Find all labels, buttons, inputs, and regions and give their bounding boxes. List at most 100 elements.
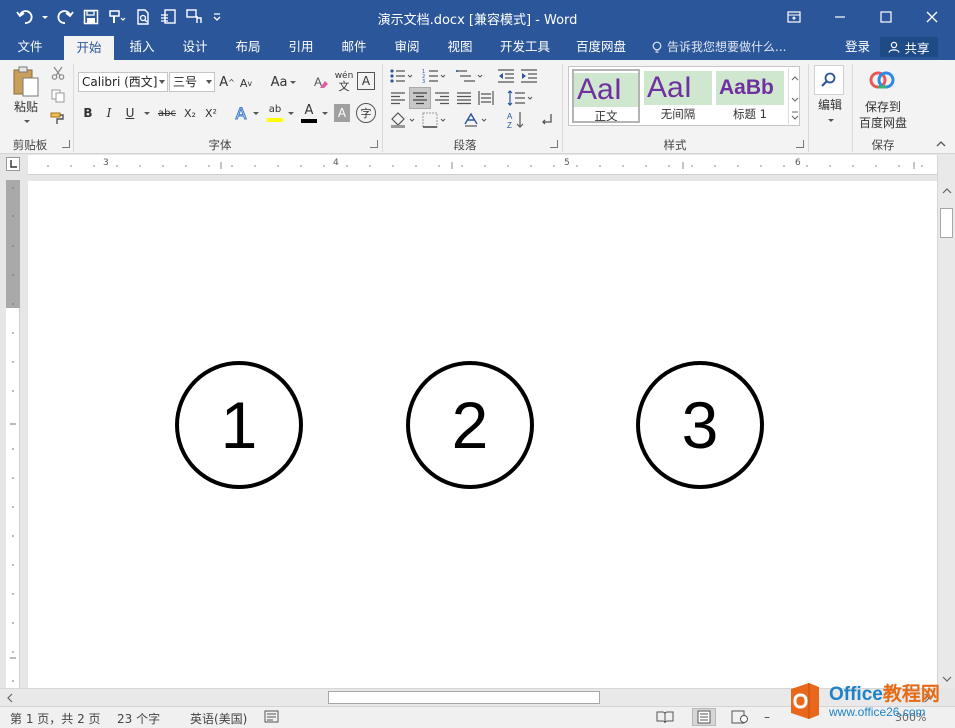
shading-button[interactable] bbox=[388, 110, 418, 130]
read-mode-button[interactable] bbox=[656, 710, 674, 727]
cut-button[interactable] bbox=[48, 64, 68, 82]
align-right-button[interactable] bbox=[432, 88, 452, 108]
office-logo-svg bbox=[791, 683, 819, 719]
font-color-dropdown[interactable] bbox=[322, 112, 328, 115]
bullets-button[interactable] bbox=[388, 66, 414, 86]
highlight-dropdown[interactable] bbox=[288, 112, 294, 115]
justify-button[interactable] bbox=[454, 88, 474, 108]
bold-button[interactable]: B bbox=[80, 104, 96, 122]
tab-design[interactable]: 设计 bbox=[173, 34, 217, 60]
paragraph-dialog-launcher[interactable] bbox=[550, 140, 558, 148]
macro-record-button[interactable] bbox=[264, 710, 280, 727]
highlight-button[interactable]: ab bbox=[265, 102, 285, 124]
align-center-button[interactable] bbox=[409, 87, 431, 109]
italic-button[interactable]: I bbox=[101, 104, 117, 122]
text-effects-dropdown[interactable] bbox=[253, 112, 259, 115]
enclose-characters-button[interactable]: 字 bbox=[356, 103, 376, 123]
circled-number[interactable]: 1 bbox=[175, 361, 303, 489]
paste-dropdown-arrow[interactable] bbox=[24, 120, 30, 123]
decrease-indent-button[interactable] bbox=[496, 66, 516, 86]
phonetic-guide-button[interactable]: wén 文 bbox=[334, 70, 354, 94]
text-effects-button[interactable]: A bbox=[233, 103, 249, 123]
scroll-up-icon[interactable] bbox=[939, 185, 955, 197]
vertical-scrollbar[interactable] bbox=[937, 155, 955, 688]
grow-font-button[interactable]: A ^ bbox=[219, 72, 235, 92]
format-painter-button[interactable] bbox=[48, 110, 68, 128]
scroll-left-icon[interactable] bbox=[4, 690, 16, 706]
ribbon: 粘贴 剪贴板 Calibri (西文] 三号 A ^ Av Aa A wén 文 A… bbox=[0, 60, 955, 154]
shrink-font-button[interactable]: Av bbox=[238, 74, 254, 92]
paste-button[interactable] bbox=[10, 66, 42, 98]
tab-insert[interactable]: 插入 bbox=[120, 34, 164, 60]
borders-button[interactable] bbox=[421, 110, 451, 130]
underline-dropdown[interactable] bbox=[144, 112, 150, 115]
tab-view[interactable]: 视图 bbox=[438, 34, 482, 60]
superscript-button[interactable]: X² bbox=[202, 104, 220, 122]
save-to-baidu-button[interactable] bbox=[866, 66, 898, 94]
tab-review[interactable]: 审阅 bbox=[385, 34, 429, 60]
close-button[interactable] bbox=[909, 0, 955, 34]
language-status[interactable]: 英语(美国) bbox=[190, 710, 247, 727]
subscript-button[interactable]: X₂ bbox=[181, 104, 199, 122]
align-left-button[interactable] bbox=[388, 88, 408, 108]
share-button[interactable]: 共享 bbox=[880, 37, 938, 57]
font-color-button[interactable]: A bbox=[299, 102, 319, 124]
styles-dialog-launcher[interactable] bbox=[796, 140, 804, 148]
save-to-baidu-line2: 百度网盘 bbox=[858, 115, 907, 130]
character-shading-button[interactable]: A bbox=[334, 104, 350, 122]
sort-button[interactable]: AZ bbox=[506, 110, 526, 130]
word-count-status[interactable]: 23 个字 bbox=[117, 710, 160, 727]
ribbon-display-options-button[interactable] bbox=[771, 0, 817, 34]
font-name-combo[interactable]: Calibri (西文] bbox=[78, 72, 168, 92]
document-page[interactable]: 1 2 3 bbox=[28, 181, 937, 688]
watermark-brand-accent: 教程网 bbox=[882, 683, 940, 705]
tab-mailings[interactable]: 邮件 bbox=[332, 34, 376, 60]
change-case-button[interactable]: Aa bbox=[268, 72, 297, 92]
horizontal-scroll-thumb[interactable] bbox=[328, 691, 600, 704]
vertical-ruler[interactable] bbox=[6, 180, 20, 688]
style-heading-1[interactable]: AaBb 标题 1 bbox=[716, 69, 784, 123]
tab-file[interactable]: 文件 bbox=[8, 34, 52, 60]
tab-references[interactable]: 引用 bbox=[279, 34, 323, 60]
editing-dropdown-arrow[interactable] bbox=[828, 119, 834, 122]
page-count-status[interactable]: 第 1 页，共 2 页 bbox=[10, 710, 101, 727]
strikethrough-button[interactable]: abc bbox=[155, 104, 179, 122]
show-paragraph-marks-button[interactable] bbox=[537, 110, 557, 130]
title-bar: 演示文档.docx [兼容模式] - Word bbox=[0, 0, 955, 34]
login-link[interactable]: 登录 bbox=[845, 34, 870, 60]
increase-indent-button[interactable] bbox=[519, 66, 539, 86]
ribbon-tab-bar: 文件 开始 插入 设计 布局 引用 邮件 审阅 视图 开发工具 百度网盘 告诉我… bbox=[0, 34, 955, 60]
maximize-button[interactable] bbox=[863, 0, 909, 34]
styles-scroll-icons[interactable] bbox=[789, 68, 801, 126]
chinese-layout-button[interactable] bbox=[462, 110, 492, 130]
font-size-combo[interactable]: 三号 bbox=[169, 72, 215, 92]
copy-button[interactable] bbox=[48, 87, 68, 105]
tab-developer[interactable]: 开发工具 bbox=[492, 34, 558, 60]
underline-button[interactable]: U bbox=[122, 104, 138, 122]
tab-selector[interactable] bbox=[6, 157, 20, 171]
font-dialog-launcher[interactable] bbox=[370, 140, 378, 148]
distributed-button[interactable] bbox=[476, 88, 496, 108]
numbering-button[interactable]: 123 bbox=[421, 66, 447, 86]
editing-button[interactable] bbox=[814, 65, 844, 95]
tab-home[interactable]: 开始 bbox=[64, 36, 114, 60]
line-spacing-button[interactable] bbox=[506, 88, 534, 108]
minimize-button[interactable] bbox=[817, 0, 863, 34]
print-layout-button[interactable] bbox=[692, 708, 716, 726]
style-no-spacing[interactable]: AaI 无间隔 bbox=[644, 69, 712, 123]
character-border-button[interactable]: A bbox=[357, 72, 375, 90]
tab-layout[interactable]: 布局 bbox=[226, 34, 270, 60]
collapse-ribbon-button[interactable] bbox=[934, 138, 948, 150]
circled-number[interactable]: 2 bbox=[406, 361, 534, 489]
zoom-out-button[interactable]: – bbox=[764, 710, 770, 724]
web-layout-button[interactable] bbox=[731, 710, 749, 727]
clear-formatting-button[interactable]: A bbox=[311, 72, 331, 92]
multilevel-list-button[interactable] bbox=[454, 66, 484, 86]
vertical-scroll-thumb[interactable] bbox=[940, 208, 953, 238]
circled-number[interactable]: 3 bbox=[636, 361, 764, 489]
horizontal-ruler[interactable]: 3 4 5 6 bbox=[28, 155, 937, 175]
tab-baidu-netdisk[interactable]: 百度网盘 bbox=[568, 34, 634, 60]
tell-me-search[interactable]: 告诉我您想要做什么... bbox=[652, 34, 786, 60]
style-normal[interactable]: AaI 正文 bbox=[572, 69, 640, 123]
clipboard-dialog-launcher[interactable] bbox=[62, 140, 70, 148]
